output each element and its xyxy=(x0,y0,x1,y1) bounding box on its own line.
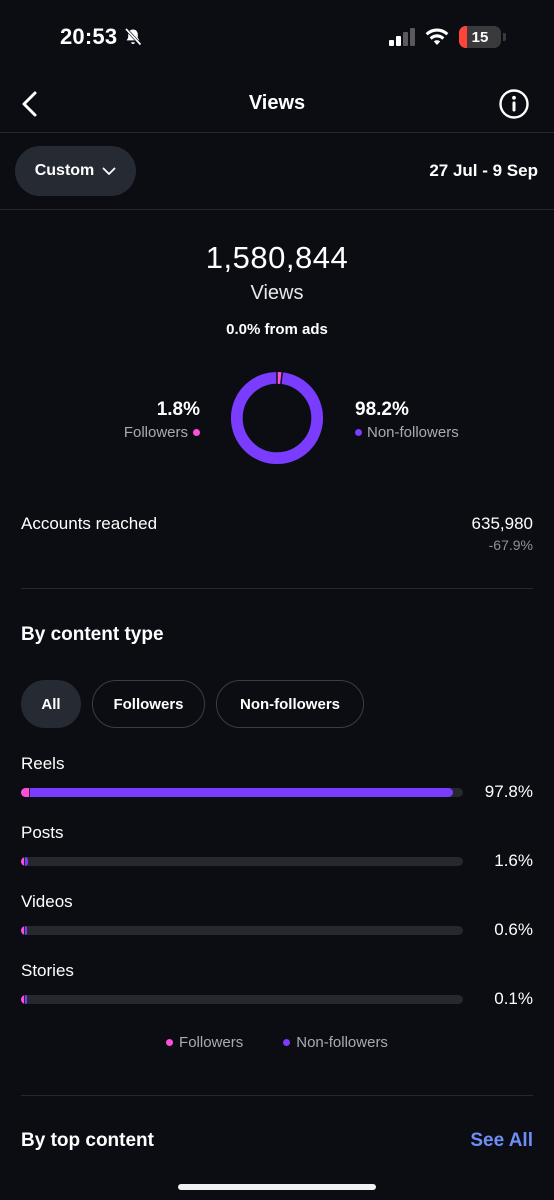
content-type-percent: 1.6% xyxy=(494,851,533,870)
content-type-legend: Followers Non-followers xyxy=(0,1034,554,1051)
filter-chip-non-followers[interactable]: Non-followers xyxy=(216,680,364,728)
non-followers-legend: Non-followers xyxy=(355,424,459,441)
followers-stat: 1.8% Followers xyxy=(124,399,200,441)
accounts-reached-change: -67.9% xyxy=(488,537,533,553)
see-all-link[interactable]: See All xyxy=(470,1130,533,1152)
content-type-bar xyxy=(21,926,463,935)
filter-chip-all[interactable]: All xyxy=(21,680,81,728)
content-type-row-stories[interactable]: Stories 0.1% xyxy=(21,959,533,1028)
views-summary: 1,580,844 Views 0.0% from ads xyxy=(0,240,554,338)
clock-text: 20:53 xyxy=(60,24,118,49)
range-preset-label: Custom xyxy=(34,162,95,179)
status-indicators: 15 xyxy=(389,26,506,48)
bar-followers-segment xyxy=(21,857,24,866)
legend-label: Non-followers xyxy=(296,1034,388,1051)
bar-non-followers-segment xyxy=(25,926,27,935)
top-content-divider xyxy=(21,1095,533,1096)
battery-cap xyxy=(503,33,506,41)
content-type-percent: 0.6% xyxy=(494,920,533,939)
content-type-row-reels[interactable]: Reels 97.8% xyxy=(21,752,533,821)
info-button[interactable] xyxy=(498,88,530,120)
status-time: 20:53 xyxy=(60,24,143,50)
content-type-label: Posts xyxy=(21,823,64,842)
audience-split: 1.8% Followers 98.2% Non-followers xyxy=(0,368,554,470)
followers-percent: 1.8% xyxy=(156,399,200,420)
accounts-reached-row[interactable]: Accounts reached 635,980 -67.9% xyxy=(21,512,533,556)
content-type-bar xyxy=(21,788,463,797)
followers-dot xyxy=(166,1039,174,1046)
bar-followers-segment xyxy=(21,788,29,797)
content-type-label: Reels xyxy=(21,754,65,773)
content-type-label: Stories xyxy=(21,961,74,980)
filter-chip-label: Non-followers xyxy=(240,695,340,713)
content-type-list: Reels 97.8% Posts 1.6% Videos 0.6% Stori… xyxy=(21,752,533,1028)
info-icon xyxy=(499,89,529,119)
non-followers-label: Non-followers xyxy=(367,424,459,441)
status-bar: 20:53 15 xyxy=(0,0,554,72)
reach-divider xyxy=(21,588,533,589)
filter-chip-label: Followers xyxy=(113,695,184,713)
content-type-bar xyxy=(21,995,463,1004)
legend-followers: Followers xyxy=(166,1034,243,1051)
followers-dot xyxy=(193,429,200,436)
date-range-text: 27 Jul - 9 Sep xyxy=(429,161,538,180)
audience-donut-chart xyxy=(230,370,324,465)
content-type-row-videos[interactable]: Videos 0.6% xyxy=(21,890,533,959)
legend-label: Followers xyxy=(179,1034,244,1051)
views-label: Views xyxy=(250,282,304,304)
legend-non-followers: Non-followers xyxy=(283,1034,388,1051)
non-followers-dot xyxy=(355,429,362,436)
non-followers-stat: 98.2% Non-followers xyxy=(355,399,459,441)
accounts-reached-value: 635,980 xyxy=(471,514,533,533)
bar-non-followers-segment xyxy=(25,857,29,866)
non-followers-dot xyxy=(283,1039,291,1046)
content-type-label: Videos xyxy=(21,892,73,911)
followers-label: Followers xyxy=(123,424,188,441)
accounts-reached-label: Accounts reached xyxy=(21,514,158,533)
range-preset-dropdown[interactable]: Custom xyxy=(15,146,136,196)
date-range-row: Custom 27 Jul - 9 Sep xyxy=(0,146,554,196)
views-count: 1,580,844 xyxy=(205,240,349,275)
chevron-down-icon xyxy=(102,167,116,175)
header-divider xyxy=(0,132,554,133)
content-type-bar xyxy=(21,857,463,866)
page-title: Views xyxy=(248,92,306,114)
content-type-percent: 0.1% xyxy=(494,989,533,1008)
signal-icon xyxy=(389,28,415,46)
ads-share: 0.0% from ads xyxy=(226,321,328,338)
filter-chip-label: All xyxy=(41,695,61,713)
followers-legend: Followers xyxy=(124,424,200,441)
content-type-filters: All Followers Non-followers xyxy=(21,680,364,728)
battery-level: 15 xyxy=(471,28,489,46)
battery-fill xyxy=(459,26,467,48)
home-indicator[interactable] xyxy=(178,1184,376,1190)
non-followers-percent: 98.2% xyxy=(355,399,409,420)
bell-slash-icon xyxy=(125,27,142,46)
content-type-title: By content type xyxy=(21,624,164,645)
top-content-title: By top content xyxy=(21,1130,154,1151)
filter-chip-followers[interactable]: Followers xyxy=(92,680,205,728)
donut-non-followers-arc xyxy=(230,371,324,465)
content-type-row-posts[interactable]: Posts 1.6% xyxy=(21,821,533,890)
bar-followers-segment xyxy=(21,926,24,935)
bar-non-followers-segment xyxy=(30,788,454,797)
bar-followers-segment xyxy=(21,995,24,1004)
wifi-icon xyxy=(425,28,449,45)
bar-non-followers-segment xyxy=(25,995,27,1004)
battery-indicator: 15 xyxy=(459,26,501,48)
content-type-percent: 97.8% xyxy=(484,782,533,801)
nav-header: Views xyxy=(0,78,554,132)
range-divider xyxy=(0,209,554,210)
